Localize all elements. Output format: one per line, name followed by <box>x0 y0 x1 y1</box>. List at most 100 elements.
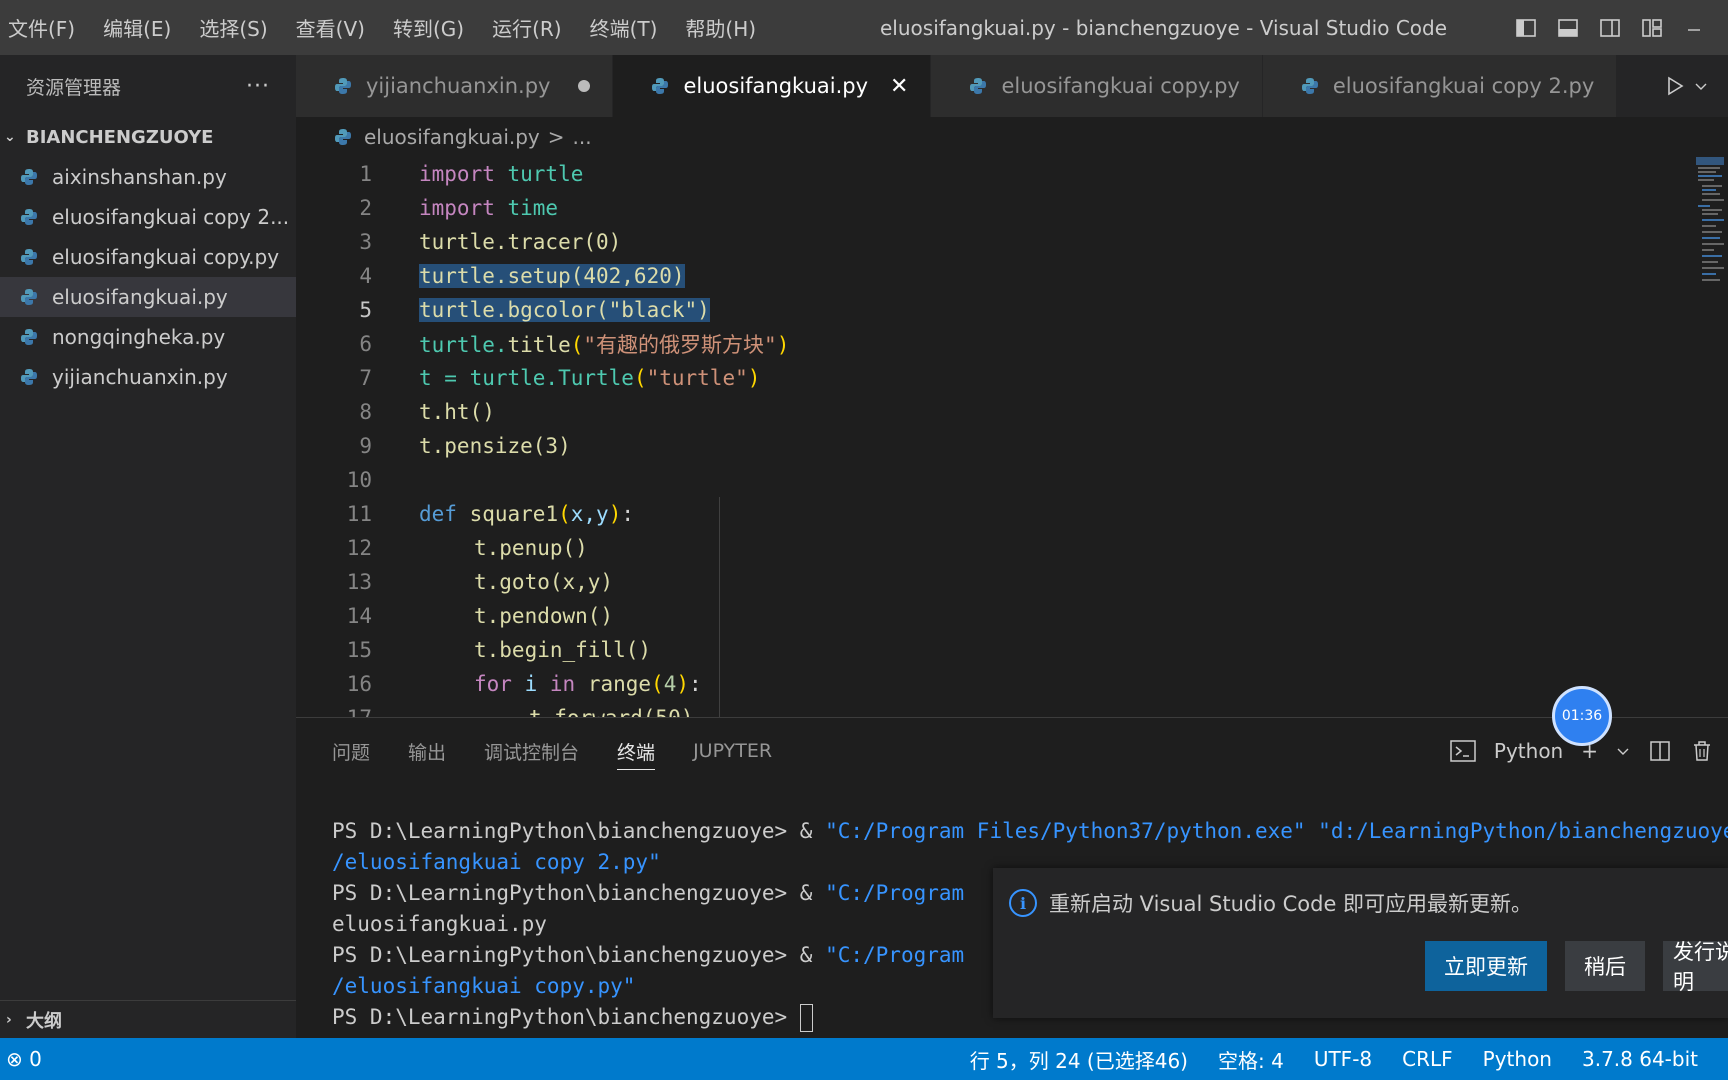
terminal-cursor <box>799 1004 813 1032</box>
line-number: 1 <box>359 162 372 186</box>
breadcrumb-symbol[interactable]: ... <box>573 125 592 149</box>
split-terminal-icon[interactable] <box>1648 739 1672 763</box>
line-number: 17 <box>296 706 372 717</box>
line-number: 4 <box>359 264 372 288</box>
code-line[interactable]: 2 import time <box>296 191 1696 225</box>
toggle-secondary-sidebar-icon[interactable] <box>1596 14 1624 42</box>
tab-label: eluosifangkuai copy 2.py <box>1332 74 1595 98</box>
line-number: 9 <box>359 434 372 458</box>
more-actions-icon[interactable]: ··· <box>246 74 270 99</box>
python-file-icon <box>21 289 37 305</box>
tab-debug-console[interactable]: 调试控制台 <box>484 718 579 784</box>
code-line[interactable]: 7 t = turtle.Turtle("turtle") <box>296 361 1696 395</box>
code-line[interactable]: 12 t.penup() <box>296 531 1696 565</box>
cursor-position[interactable]: 行 5，列 24 (已选择46) <box>970 1045 1188 1074</box>
code-line[interactable]: 17 t.forward(50) <box>296 701 1696 717</box>
code-line[interactable]: 10 <box>296 463 1696 497</box>
recording-timer[interactable]: 01:36 <box>1552 686 1612 746</box>
tab-jupyter[interactable]: JUPYTER <box>693 718 772 784</box>
tab-eluosifangkuai-copy[interactable]: eluosifangkuai copy.py <box>931 55 1263 117</box>
code-line[interactable]: 6 turtle.title("有趣的俄罗斯方块") <box>296 327 1696 361</box>
line-number: 3 <box>359 230 372 254</box>
file-name: yijianchuanxin.py <box>52 365 228 389</box>
update-notification: i 重新启动 Visual Studio Code 即可应用最新更新。 立即更新… <box>993 868 1728 1018</box>
code-line[interactable]: 11 def square1(x,y): <box>296 497 1696 531</box>
breadcrumb-file[interactable]: eluosifangkuai.py <box>364 125 540 149</box>
terminal-shell-label[interactable]: Python <box>1494 739 1563 763</box>
file-item[interactable]: yijianchuanxin.py <box>0 357 296 397</box>
python-interpreter[interactable]: 3.7.8 64-bit <box>1582 1047 1698 1071</box>
code-line-selected[interactable]: 4 turtle.setup(402,620) <box>296 259 1696 293</box>
editor-tabs: yijianchuanxin.py eluosifangkuai.py ✕ el… <box>296 55 1728 117</box>
unsaved-dot-icon[interactable] <box>578 80 591 92</box>
minimize-icon[interactable] <box>1680 14 1708 42</box>
code-line[interactable]: 1 import turtle <box>296 157 1696 191</box>
code-line[interactable]: 9 t.pensize(3) <box>296 429 1696 463</box>
line-number: 5 <box>359 298 372 322</box>
python-file-icon <box>970 78 987 94</box>
file-item[interactable]: nongqingheka.py <box>0 317 296 357</box>
update-now-button[interactable]: 立即更新 <box>1425 941 1547 991</box>
chevron-down-icon[interactable] <box>1616 744 1630 758</box>
breadcrumb-separator: > <box>547 125 565 149</box>
later-button[interactable]: 稍后 <box>1565 941 1645 991</box>
code-line-selected[interactable]: 5 turtle.bgcolor("black") <box>296 293 1696 327</box>
menu-edit[interactable]: 编辑(E) <box>89 0 185 55</box>
python-file-icon <box>21 369 37 385</box>
close-icon[interactable]: ✕ <box>890 74 908 99</box>
release-notes-button[interactable]: 发行说明 <box>1663 940 1728 994</box>
folder-root[interactable]: ⌄ BIANCHENGZUOYE <box>0 117 296 157</box>
customize-layout-icon[interactable] <box>1638 14 1666 42</box>
chevron-down-icon[interactable] <box>1694 79 1708 93</box>
info-icon: i <box>1009 889 1037 917</box>
menu-terminal[interactable]: 终端(T) <box>576 0 672 55</box>
file-item[interactable]: eluosifangkuai copy.py <box>0 237 296 277</box>
code-line[interactable]: 8 t.ht() <box>296 395 1696 429</box>
menu-view[interactable]: 查看(V) <box>282 0 379 55</box>
tab-label: yijianchuanxin.py <box>366 74 551 98</box>
indentation[interactable]: 空格: 4 <box>1218 1045 1284 1074</box>
tab-yijianchuanxin[interactable]: yijianchuanxin.py <box>296 55 614 117</box>
menu-run[interactable]: 运行(R) <box>478 0 576 55</box>
file-item[interactable]: aixinshanshan.py <box>0 157 296 197</box>
window-title: eluosifangkuai.py - bianchengzuoye - Vis… <box>880 15 1448 40</box>
file-item[interactable]: eluosifangkuai copy 2... <box>0 197 296 237</box>
explorer-header: 资源管理器 ··· <box>0 55 296 117</box>
end-of-line[interactable]: CRLF <box>1402 1047 1453 1071</box>
code-text: import turtle <box>419 162 584 186</box>
python-file-icon <box>21 329 37 345</box>
tab-output[interactable]: 输出 <box>408 718 446 784</box>
tab-label: eluosifangkuai.py <box>683 74 869 98</box>
line-number: 8 <box>359 400 372 424</box>
language-mode[interactable]: Python <box>1483 1047 1552 1071</box>
menu-selection[interactable]: 选择(S) <box>185 0 281 55</box>
tab-problems[interactable]: 问题 <box>332 718 370 784</box>
encoding[interactable]: UTF-8 <box>1314 1047 1372 1071</box>
outline-section[interactable]: › 大纲 <box>0 1000 296 1038</box>
toggle-panel-icon[interactable] <box>1554 14 1582 42</box>
minimap[interactable] <box>1696 157 1724 287</box>
code-text: t.pendown() <box>474 604 614 628</box>
code-line[interactable]: 16 for i in range(4): <box>296 667 1696 701</box>
run-icon[interactable] <box>1664 75 1686 97</box>
terminal-line: PS D:\LearningPython\bianchengzuoye> & "… <box>332 819 1728 843</box>
file-item-active[interactable]: eluosifangkuai.py <box>0 277 296 317</box>
menu-file[interactable]: 文件(F) <box>0 0 89 55</box>
trash-icon[interactable] <box>1690 739 1714 763</box>
menu-help[interactable]: 帮助(H) <box>671 0 770 55</box>
menu-bar: 文件(F) 编辑(E) 选择(S) 查看(V) 转到(G) 运行(R) 终端(T… <box>0 0 770 55</box>
problems-count[interactable]: ⊗ 0 <box>0 1047 42 1071</box>
line-number: 10 <box>346 468 372 492</box>
code-line[interactable]: 3 turtle.tracer(0) <box>296 225 1696 259</box>
run-controls <box>1644 55 1728 117</box>
menu-go[interactable]: 转到(G) <box>379 0 478 55</box>
tab-eluosifangkuai-copy-2[interactable]: eluosifangkuai copy 2.py <box>1262 55 1618 117</box>
toggle-sidebar-icon[interactable] <box>1512 14 1540 42</box>
chevron-right-icon: › <box>6 1011 12 1028</box>
code-line[interactable]: 14 t.pendown() <box>296 599 1696 633</box>
tab-eluosifangkuai[interactable]: eluosifangkuai.py ✕ <box>613 55 932 117</box>
code-line[interactable]: 15 t.begin_fill() <box>296 633 1696 667</box>
code-line[interactable]: 13 t.goto(x,y) <box>296 565 1696 599</box>
code-editor[interactable]: 1 import turtle 2 import time 3 turtle.t… <box>296 157 1728 717</box>
tab-terminal[interactable]: 终端 <box>617 718 656 784</box>
